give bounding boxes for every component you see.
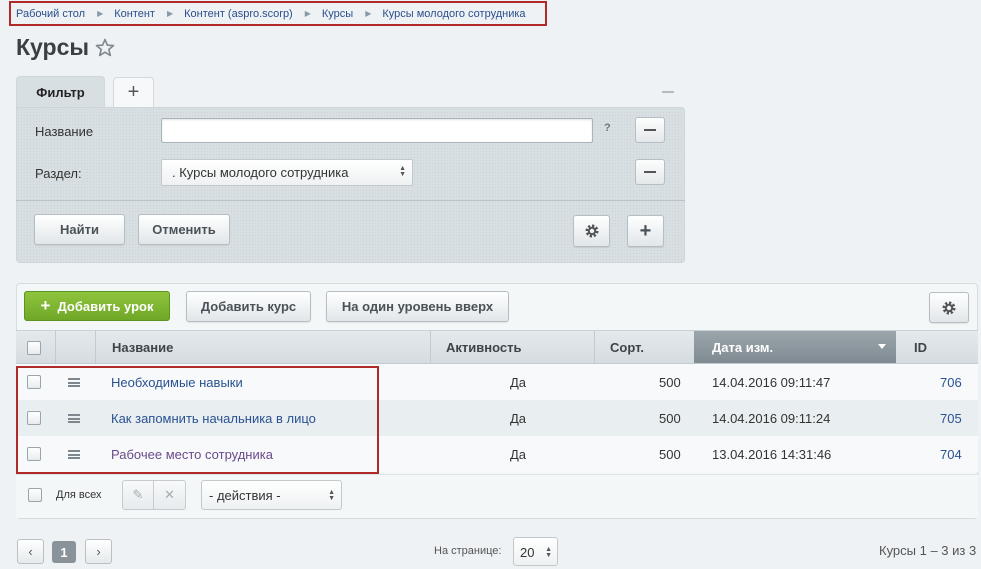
breadcrumb-item-content-aspro[interactable]: Контент (aspro.scorp) xyxy=(184,8,293,20)
row-active: Да xyxy=(510,447,527,462)
row-date: 13.04.2016 14:31:46 xyxy=(712,447,832,462)
row-active: Да xyxy=(510,375,527,390)
minus-icon xyxy=(644,129,656,131)
add-lesson-label: Добавить урок xyxy=(57,298,154,314)
row-id-link[interactable]: 706 xyxy=(940,375,962,390)
remove-name-field-button[interactable] xyxy=(635,117,665,143)
edit-pencil-icon[interactable]: ✎ xyxy=(123,481,155,509)
row-date: 14.04.2016 09:11:24 xyxy=(712,411,831,426)
per-page-label: На странице: xyxy=(434,545,502,557)
records-summary: Курсы 1 – 3 из 3 xyxy=(879,543,977,558)
collapse-filter-icon[interactable] xyxy=(662,91,674,93)
column-header-active[interactable]: Активность xyxy=(446,331,521,363)
column-header-sort[interactable]: Сорт. xyxy=(610,331,644,363)
per-page-select[interactable]: 20 ▲ ▼ xyxy=(513,537,558,566)
help-icon[interactable]: ? xyxy=(604,122,611,134)
delete-x-icon[interactable]: ✕ xyxy=(154,481,185,509)
filter-name-input[interactable] xyxy=(161,118,593,143)
cancel-button[interactable]: Отменить xyxy=(138,214,230,245)
select-arrows-icon: ▲ ▼ xyxy=(399,165,406,178)
gear-icon xyxy=(585,224,598,238)
breadcrumb-separator-icon: ▶ xyxy=(304,9,311,18)
breadcrumb-item-desktop[interactable]: Рабочий стол xyxy=(16,8,85,20)
per-page-value: 20 xyxy=(520,545,535,560)
breadcrumb-item-current[interactable]: Курсы молодого сотрудника xyxy=(382,8,525,20)
column-header-date[interactable]: Дата изм. xyxy=(712,331,773,363)
breadcrumb-item-content[interactable]: Контент xyxy=(114,8,155,20)
group-actions-select[interactable]: - действия - ▲ ▼ xyxy=(201,480,342,510)
group-actions-value: - действия - xyxy=(209,488,281,503)
for-all-label: Для всех xyxy=(56,489,102,501)
column-header-id[interactable]: ID xyxy=(914,331,927,363)
filter-section-select[interactable]: . Курсы молодого сотрудника ▲ ▼ xyxy=(161,159,413,186)
breadcrumb-separator-icon: ▶ xyxy=(166,9,174,18)
tab-filter[interactable]: Фильтр xyxy=(16,76,105,108)
column-divider xyxy=(430,331,431,363)
row-date: 14.04.2016 09:11:47 xyxy=(712,375,831,390)
select-all-checkbox[interactable] xyxy=(27,341,41,355)
breadcrumb-separator-icon: ▶ xyxy=(365,9,372,18)
minus-icon xyxy=(644,171,656,173)
filter-section-label: Раздел: xyxy=(35,166,82,181)
plus-icon: + xyxy=(40,296,51,315)
row-sort: 500 xyxy=(659,447,681,462)
highlight-annotation xyxy=(16,366,379,474)
level-up-button[interactable]: На один уровень вверх xyxy=(326,291,509,322)
add-lesson-button[interactable]: + Добавить урок xyxy=(24,291,170,321)
gear-icon xyxy=(942,301,956,314)
for-all-checkbox[interactable] xyxy=(28,488,42,502)
breadcrumb: Рабочий стол ▶ Контент ▶ Контент (aspro.… xyxy=(9,1,547,26)
star-icon[interactable] xyxy=(95,38,115,58)
plus-icon: + xyxy=(639,219,652,242)
select-arrows-icon: ▲ ▼ xyxy=(545,546,552,559)
row-id-link[interactable]: 705 xyxy=(940,411,962,426)
column-divider xyxy=(95,331,96,363)
column-header-name[interactable]: Название xyxy=(112,331,173,363)
prev-page-button[interactable]: ‹ xyxy=(17,539,44,564)
page-title: Курсы xyxy=(16,34,90,60)
row-sort: 500 xyxy=(659,375,681,390)
row-id-link[interactable]: 704 xyxy=(940,447,962,462)
list-settings-button[interactable] xyxy=(929,292,969,323)
breadcrumb-item-courses[interactable]: Курсы xyxy=(322,8,353,20)
sort-desc-icon[interactable] xyxy=(878,344,886,349)
column-divider xyxy=(594,331,595,363)
group-edit-delete: ✎ ✕ xyxy=(122,480,186,510)
add-filter-field-button[interactable]: + xyxy=(627,215,664,247)
remove-section-field-button[interactable] xyxy=(635,159,665,185)
column-divider xyxy=(55,331,56,363)
current-page[interactable]: 1 xyxy=(52,541,76,563)
select-arrows-icon: ▲ ▼ xyxy=(328,489,335,502)
add-filter-tab-button[interactable]: + xyxy=(113,77,154,107)
next-page-button[interactable]: › xyxy=(85,539,112,564)
find-button[interactable]: Найти xyxy=(34,214,125,245)
filter-settings-button[interactable] xyxy=(573,215,610,247)
filter-divider xyxy=(16,200,685,201)
row-sort: 500 xyxy=(659,411,681,426)
row-active: Да xyxy=(510,411,527,426)
add-course-button[interactable]: Добавить курс xyxy=(186,291,311,322)
filter-name-label: Название xyxy=(35,124,94,139)
filter-section-value: . Курсы молодого сотрудника xyxy=(172,165,349,180)
breadcrumb-separator-icon: ▶ xyxy=(97,9,104,18)
